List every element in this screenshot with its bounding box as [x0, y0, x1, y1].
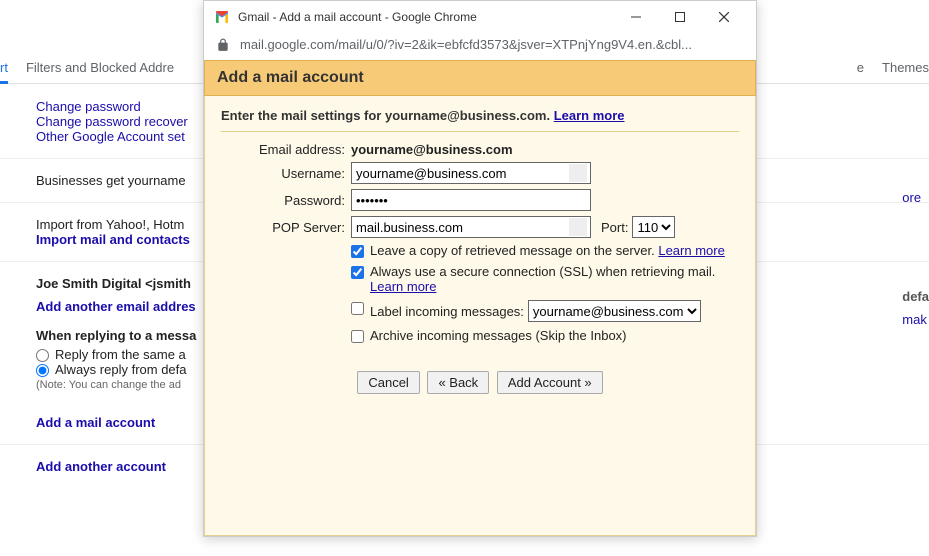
popup-window: Gmail - Add a mail account - Google Chro… [203, 0, 757, 537]
add-account-button[interactable]: Add Account » [497, 371, 603, 394]
cancel-button[interactable]: Cancel [357, 371, 419, 394]
label-password: Password: [221, 193, 351, 208]
label-port: Port: [601, 220, 628, 235]
input-username[interactable] [351, 162, 591, 184]
divider [221, 131, 739, 132]
window-close-button[interactable] [702, 3, 746, 31]
tab-truncated[interactable]: e [857, 60, 864, 75]
url-text: mail.google.com/mail/u/0/?iv=2&ik=ebfcfd… [240, 37, 744, 52]
gmail-icon [214, 9, 230, 25]
leave-copy-label: Leave a copy of retrieved message on the… [370, 243, 658, 258]
back-button[interactable]: « Back [427, 371, 489, 394]
right-column: ore defa mak [902, 60, 929, 327]
checkbox-leave-copy[interactable] [351, 245, 364, 258]
dialog-header: Add a mail account [204, 60, 756, 96]
tab-filters[interactable]: Filters and Blocked Addre [26, 60, 174, 75]
reply-opt2-label: Always reply from defa [55, 362, 187, 377]
address-bar: mail.google.com/mail/u/0/?iv=2&ik=ebfcfd… [204, 33, 756, 60]
lock-icon [216, 38, 230, 52]
label-username: Username: [221, 166, 351, 181]
right-defa: defa [902, 289, 929, 304]
button-row: Cancel « Back Add Account » [221, 371, 739, 394]
link-learn-more-intro[interactable]: Learn more [554, 108, 625, 123]
window-title: Gmail - Add a mail account - Google Chro… [238, 10, 614, 24]
radio-reply-default[interactable] [36, 364, 49, 377]
intro-text: Enter the mail settings for yourname@bus… [221, 108, 554, 123]
right-more[interactable]: ore [902, 190, 929, 205]
select-port[interactable]: 110 [632, 216, 675, 238]
value-email: yourname@business.com [351, 142, 739, 157]
label-pop-server: POP Server: [221, 220, 351, 235]
reply-opt1-label: Reply from the same a [55, 347, 186, 362]
right-mak[interactable]: mak [902, 312, 929, 327]
checkbox-label-messages[interactable] [351, 302, 364, 315]
select-label[interactable]: yourname@business.com [528, 300, 701, 322]
label-messages-label: Label incoming messages: [370, 304, 524, 319]
tab-active[interactable]: rt [0, 60, 8, 84]
dialog-intro: Enter the mail settings for yourname@bus… [221, 108, 739, 123]
label-email: Email address: [221, 142, 351, 157]
input-pop-server[interactable] [351, 216, 591, 238]
archive-label: Archive incoming messages (Skip the Inbo… [370, 328, 627, 343]
checkbox-archive[interactable] [351, 330, 364, 343]
checkbox-ssl[interactable] [351, 266, 364, 279]
window-maximize-button[interactable] [658, 3, 702, 31]
input-password[interactable] [351, 189, 591, 211]
radio-reply-same[interactable] [36, 349, 49, 362]
ssl-label: Always use a secure connection (SSL) whe… [370, 264, 715, 279]
link-learn-more-leave-copy[interactable]: Learn more [658, 243, 724, 258]
link-learn-more-ssl[interactable]: Learn more [370, 279, 436, 294]
window-titlebar: Gmail - Add a mail account - Google Chro… [204, 1, 756, 33]
dialog-body: Enter the mail settings for yourname@bus… [204, 96, 756, 536]
window-minimize-button[interactable] [614, 3, 658, 31]
